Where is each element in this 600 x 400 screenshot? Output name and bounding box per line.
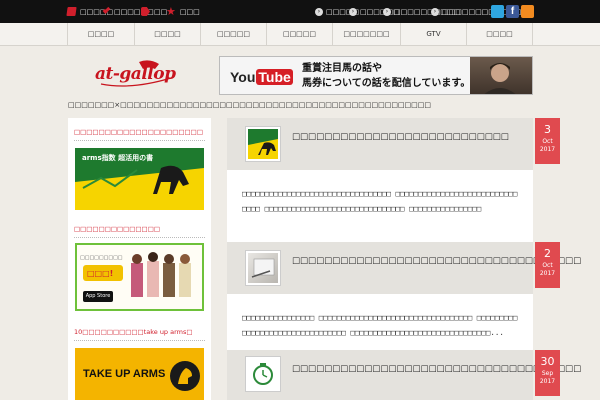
sidebar-widget-title: 10□□□□□□□□□□take up arms□ [74, 328, 193, 336]
app-banner[interactable]: □□□□□□□□□ □□□! App Store [75, 243, 204, 311]
facebook-icon[interactable]: f [506, 5, 519, 18]
check-icon [102, 6, 111, 14]
chevron-right-icon: › [383, 7, 391, 16]
post-list: □□□□□□□□□□□□□□□□□□□□□□□□□□□ □□□□□□□□□□□□… [227, 118, 581, 400]
rss-icon[interactable] [521, 5, 534, 18]
chevron-right-icon: › [431, 7, 439, 16]
nav-item-4[interactable]: □□□□□□□ [332, 23, 400, 45]
chevron-right-icon: › [349, 7, 357, 16]
post-date-badge: 3 Oct 2017 [535, 118, 560, 164]
thumbnail-image [248, 129, 278, 159]
app-store-badge[interactable]: App Store [83, 291, 113, 302]
main-nav: □□□□ □□□□ □□□□□ □□□□□ □□□□□□□ GTV □□□□ [0, 23, 600, 46]
post-title[interactable]: □□□□□□□□□□□□□□□□□□□□□□□□□□□ [292, 132, 509, 142]
pencil-icon [66, 7, 77, 16]
arms-index-banner[interactable]: arms指数 超活用の書 [75, 148, 204, 210]
post-date-badge: 2 Oct 2017 [535, 242, 560, 288]
svg-text:□□□□□□□□□: □□□□□□□□□ [80, 255, 123, 261]
banner-message: 重賞注目馬の話や 馬券についての話を配信しています。 [302, 63, 471, 89]
take-up-arms-banner[interactable]: TAKE UP ARMS [75, 348, 204, 400]
chevron-right-icon: › [315, 7, 323, 16]
svg-text:□□□!: □□□! [87, 269, 113, 278]
logo-text: at-gallop [95, 64, 176, 84]
horse-emblem [170, 361, 200, 391]
topbar-link-2[interactable]: □□ [141, 0, 167, 23]
nav-item-5[interactable]: GTV [400, 23, 466, 45]
tag-icon [141, 7, 150, 16]
sidebar-widget-title: □□□□□□□□□□□□□□□□□□□□□ [74, 128, 203, 136]
site-logo[interactable]: at-gallop [91, 58, 183, 88]
nav-item-3[interactable]: □□□□□ [266, 23, 332, 45]
nav-item-0[interactable]: □□□□ [67, 23, 134, 45]
person-illustration [484, 63, 516, 94]
nav-item-1[interactable]: □□□□ [134, 23, 200, 45]
post-thumbnail[interactable] [245, 250, 281, 286]
nav-item-6[interactable]: □□□□ [466, 23, 533, 45]
youtube-banner[interactable]: You Tube 重賞注目馬の話や 馬券についての話を配信しています。 [219, 56, 533, 95]
sidebar-widget-title: □□□□□□□□□□□□□□ [74, 225, 160, 233]
thumbnail-image [248, 359, 278, 389]
post-date-badge: 30 Sep 2017 [535, 350, 560, 396]
arms-banner-text: arms指数 超活用の書 [79, 152, 157, 164]
divider [74, 140, 205, 141]
divider [74, 340, 205, 341]
topbar-link-3[interactable]: ★ □□□ [166, 0, 200, 23]
youtube-logo: You Tube [230, 69, 293, 85]
post-thumbnail[interactable] [245, 126, 281, 162]
divider [74, 237, 205, 238]
post-thumbnail[interactable] [245, 356, 281, 392]
nav-item-2[interactable]: □□□□□ [200, 23, 266, 45]
twitter-icon[interactable] [491, 5, 504, 18]
star-icon: ★ [166, 5, 176, 18]
topbar-link-label: □□□ [179, 7, 200, 16]
banner-photo [470, 57, 532, 94]
site-tagline: □□□□□□□×□□□□□□□□□□□□□□□□□□□□□□□□□□□□□□□□… [68, 101, 432, 109]
thumbnail-image [248, 253, 278, 283]
top-bar: □□□□□ □□□□□□ □□ ★ □□□ › □□□□□ › □□□□□□ ›… [0, 0, 600, 23]
sidebar: □□□□□□□□□□□□□□□□□□□□□ arms指数 超活用の書 □□□□□… [68, 118, 211, 400]
post-excerpt: □□□□□□□□□□□□□□□□□□□□□□□□□□□□□□□□□ □□□□□□… [227, 170, 533, 242]
